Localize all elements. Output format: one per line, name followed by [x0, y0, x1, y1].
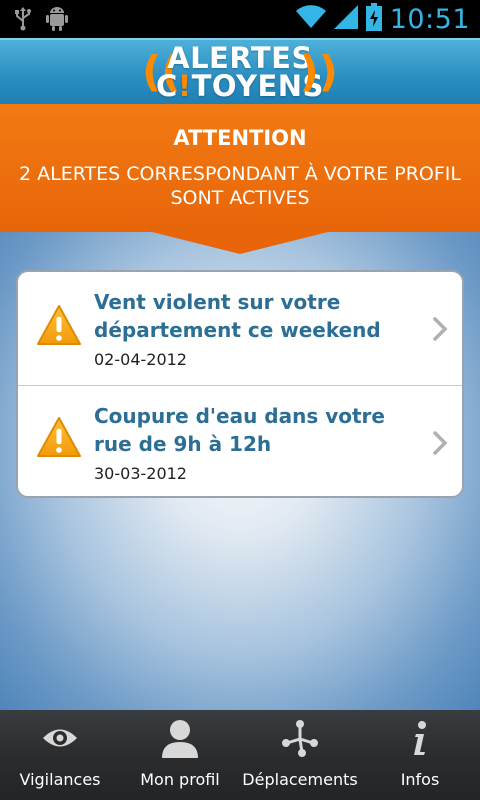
banner-pointer	[152, 232, 328, 254]
alerts-list: Vent violent sur votre département ce we…	[16, 270, 464, 498]
nav-label: Mon profil	[140, 770, 220, 789]
logo-line1: ALERTES	[167, 41, 313, 75]
status-bar: 10:51	[0, 0, 480, 38]
warning-icon	[37, 417, 81, 457]
route-icon	[240, 718, 360, 758]
logo-line2-prefix: C	[156, 69, 178, 103]
alert-item[interactable]: Vent violent sur votre département ce we…	[18, 272, 462, 386]
eye-icon	[0, 718, 120, 758]
chevron-right-icon	[433, 431, 448, 455]
wifi-icon	[295, 5, 326, 33]
info-icon	[360, 718, 480, 758]
banner-title: ATTENTION	[173, 126, 307, 150]
android-debug-icon	[46, 6, 68, 36]
alert-date: 02-04-2012	[94, 350, 187, 369]
bottom-nav: Vigilances Mon profil Déplacements Infos	[0, 710, 480, 800]
person-icon	[120, 718, 240, 758]
app-header: (( ALERTES C!TOYENS ))	[0, 38, 480, 104]
nav-deplacements[interactable]: Déplacements	[240, 710, 360, 800]
nav-mon-profil[interactable]: Mon profil	[120, 710, 240, 800]
signal-waves-right-icon: ))	[299, 47, 338, 96]
nav-label: Vigilances	[19, 770, 101, 789]
nav-infos[interactable]: Infos	[360, 710, 480, 800]
attention-banner: ATTENTION 2 ALERTES CORRESPONDANT À VOTR…	[0, 104, 480, 232]
nav-vigilances[interactable]: Vigilances	[0, 710, 120, 800]
logo-exclamation: !	[177, 69, 192, 103]
nav-label: Infos	[400, 770, 440, 789]
nav-label: Déplacements	[242, 770, 358, 789]
signal-icon	[333, 5, 358, 33]
battery-charging-icon	[365, 3, 382, 35]
banner-message: 2 ALERTES CORRESPONDANT À VOTRE PROFIL S…	[19, 163, 461, 209]
clock: 10:51	[389, 3, 470, 35]
chevron-right-icon	[433, 317, 448, 341]
alert-title: Vent violent sur votre département ce we…	[94, 290, 381, 342]
warning-icon	[37, 305, 81, 345]
app-logo: ALERTES C!TOYENS	[0, 41, 480, 103]
usb-icon	[14, 7, 32, 35]
alert-title: Coupure d'eau dans votre rue de 9h à 12h	[94, 404, 385, 456]
alert-date: 30-03-2012	[94, 464, 187, 483]
logo-line2: C!TOYENS	[0, 69, 480, 103]
alert-item[interactable]: Coupure d'eau dans votre rue de 9h à 12h…	[18, 386, 462, 496]
